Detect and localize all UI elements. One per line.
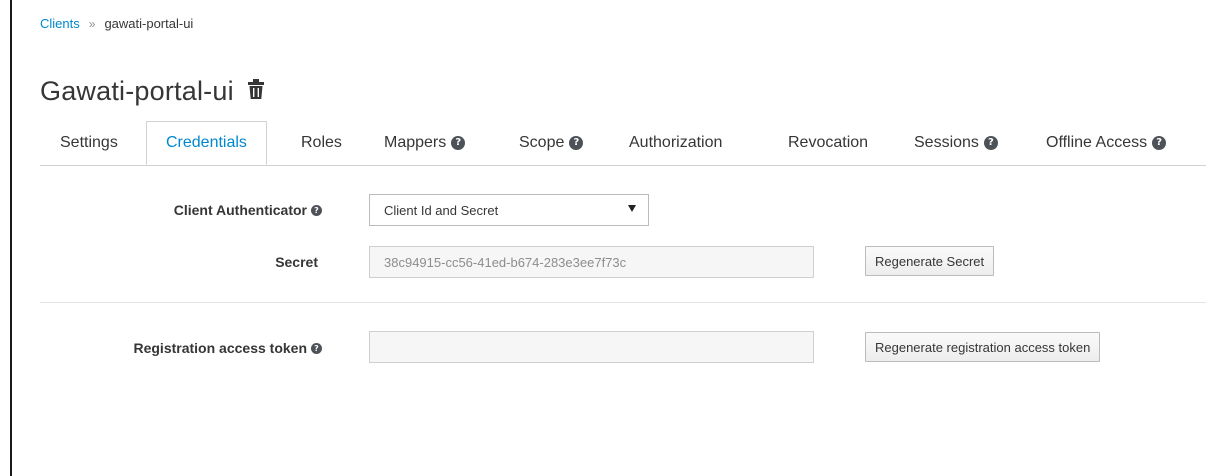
question-circle-icon[interactable]: ?	[311, 204, 322, 216]
registration-token-field[interactable]	[369, 331, 814, 363]
breadcrumb: Clients » gawati-portal-ui	[40, 16, 193, 31]
page-title: Gawati-portal-ui	[40, 76, 234, 106]
secret-label: Secret	[275, 254, 318, 270]
tab-label: Scope	[519, 134, 565, 151]
tab-label: Credentials	[166, 134, 247, 151]
tab-label: Roles	[301, 134, 342, 151]
secret-field[interactable]: 38c94915-cc56-41ed-b674-283e3ee7f73c	[369, 246, 814, 278]
tab-bar: Settings Credentials Roles Mappers ? Sco…	[40, 121, 1206, 166]
client-authenticator-value: Client Id and Secret	[384, 202, 499, 218]
question-circle-icon: ?	[983, 136, 998, 150]
regenerate-secret-button[interactable]: Regenerate Secret	[865, 246, 995, 276]
breadcrumb-separator: »	[88, 16, 96, 31]
page-header: Gawati-portal-ui	[40, 76, 264, 107]
question-circle-icon[interactable]: ?	[311, 342, 322, 354]
client-authenticator-label: Client Authenticator	[173, 202, 307, 218]
tab-mappers[interactable]: Mappers ?	[384, 121, 466, 165]
tab-revocation[interactable]: Revocation	[788, 121, 868, 165]
tab-roles[interactable]: Roles	[301, 121, 342, 165]
tab-scope[interactable]: Scope ?	[519, 121, 584, 165]
tab-settings[interactable]: Settings	[60, 121, 118, 165]
client-authenticator-select[interactable]: Client Id and Secret	[369, 194, 649, 226]
tab-label: Offline Access	[1046, 134, 1148, 151]
chevron-down-icon	[628, 205, 636, 212]
regenerate-registration-token-button[interactable]: Regenerate registration access token	[865, 332, 1101, 362]
tab-label: Mappers	[384, 134, 447, 151]
secret-label-row: Secret	[100, 252, 318, 272]
window-edge	[10, 0, 12, 476]
registration-token-label-row: Registration access token ?	[60, 338, 322, 358]
tab-label: Revocation	[788, 134, 869, 151]
tab-label: Authorization	[629, 134, 723, 151]
tab-offline-access[interactable]: Offline Access ?	[1046, 121, 1167, 165]
trash-icon[interactable]	[247, 79, 264, 104]
breadcrumb-clients-link[interactable]: Clients	[40, 16, 80, 31]
question-circle-icon: ?	[569, 136, 584, 150]
secret-value: 38c94915-cc56-41ed-b674-283e3ee7f73c	[384, 254, 627, 270]
registration-token-label: Registration access token	[133, 340, 307, 356]
client-authenticator-label-row: Client Authenticator ?	[100, 200, 322, 220]
tab-authorization[interactable]: Authorization	[629, 121, 722, 165]
question-circle-icon: ?	[1152, 136, 1167, 150]
section-divider	[40, 302, 1206, 303]
breadcrumb-current: gawati-portal-ui	[104, 16, 194, 31]
question-circle-icon: ?	[451, 136, 466, 150]
tab-credentials[interactable]: Credentials	[146, 121, 267, 165]
tab-label: Sessions	[914, 134, 979, 151]
tab-label: Settings	[60, 134, 118, 151]
tab-sessions[interactable]: Sessions ?	[914, 121, 998, 165]
